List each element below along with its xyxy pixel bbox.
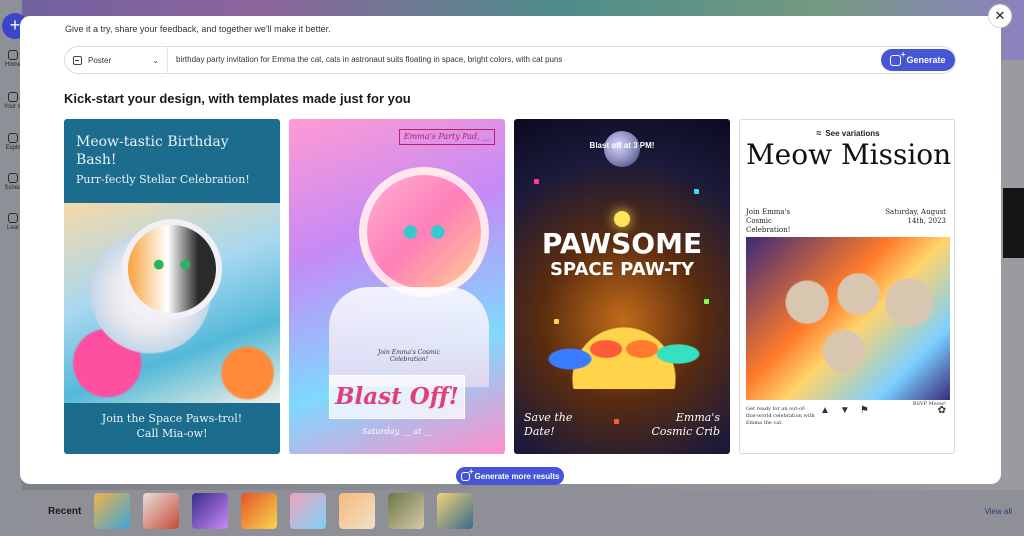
recent-label: Recent — [48, 506, 82, 517]
confetti — [704, 299, 709, 304]
astronaut-suit-image — [329, 287, 489, 387]
close-button[interactable]: ✕ — [988, 4, 1012, 28]
template-card-4[interactable]: ≈ See variations Meow Mission Join Emma's… — [739, 119, 955, 454]
calendar-icon — [8, 173, 18, 183]
template-card-1[interactable]: Meow-tastic Birthday Bash! Purr-fectly S… — [64, 119, 280, 454]
template-generator-modal: Give it a try, share your feedback, and … — [20, 16, 1001, 485]
template-card-2[interactable]: Emma's Party Pad, __ Join Emma's Cosmic … — [289, 119, 505, 454]
type-select[interactable]: Poster ⌄ — [65, 47, 168, 73]
astronaut-cat-image — [359, 167, 489, 297]
poster-icon — [73, 55, 82, 65]
variations-icon: ≈ — [816, 128, 822, 138]
kittens-image — [746, 237, 950, 400]
confetti — [534, 179, 539, 184]
explore-icon — [8, 133, 18, 143]
card-date: Saturday, __ at __ — [362, 427, 432, 436]
recent-thumb[interactable] — [143, 493, 179, 529]
close-icon: ✕ — [994, 8, 1006, 23]
prompt-input[interactable]: birthday party invitation for Emma the c… — [176, 47, 562, 73]
recent-thumb[interactable] — [192, 493, 228, 529]
recent-thumb[interactable] — [339, 493, 375, 529]
home-icon — [8, 50, 18, 60]
view-all-link[interactable]: View all — [985, 507, 1012, 516]
background-sidebar — [0, 0, 22, 536]
type-select-value: Poster — [88, 55, 112, 65]
thumbs-up-icon[interactable]: ▲ — [820, 405, 830, 416]
card-bottom-left: Save the Date! — [524, 411, 573, 438]
card-tag: Emma's Party Pad, __ — [399, 129, 495, 145]
dancing-cats-image — [534, 289, 714, 389]
card-title: Meow-tastic Birthday Bash! — [76, 134, 229, 168]
card-left-text: Join Emma's Cosmic Celebration! — [746, 208, 791, 234]
card-subtitle: Purr-fectly Stellar Celebration! — [76, 173, 250, 186]
recent-thumb[interactable] — [388, 493, 424, 529]
card-footer: Get ready for an out-of-this-world celeb… — [746, 406, 815, 426]
feedback-icons: ▲ ▼ ⚑ — [820, 405, 869, 416]
feedback-text: Give it a try, share your feedback, and … — [65, 24, 331, 34]
card-headline: Blast Off! — [335, 383, 459, 410]
generate-icon — [890, 50, 905, 66]
flag-icon[interactable]: ⚑ — [860, 405, 869, 416]
card-headline: PAWSOME SPACE PAW-TY — [541, 227, 703, 281]
generate-more-button[interactable]: Generate more results — [456, 467, 564, 485]
confetti — [694, 189, 699, 194]
card-top-text: Blast off at 3 PM! — [589, 141, 655, 150]
card-bottom-right: Emma's Cosmic Crib — [651, 411, 720, 438]
lightbulb-icon — [8, 213, 18, 223]
signature-icon: ✿ — [937, 405, 946, 416]
recent-thumb[interactable] — [94, 493, 130, 529]
thumbs-down-icon[interactable]: ▼ — [840, 405, 850, 416]
card-title: Meow Mission — [746, 138, 952, 171]
see-variations-button[interactable]: ≈ See variations — [740, 128, 954, 138]
card-footer: Join the Space Paws-trol! Call Mia-ow! — [101, 412, 243, 440]
recent-thumb[interactable] — [290, 493, 326, 529]
recent-thumb[interactable] — [241, 493, 277, 529]
prompt-bar: Poster ⌄ birthday party invitation for E… — [64, 46, 956, 74]
generate-button[interactable]: Generate — [881, 49, 955, 71]
folder-icon — [8, 92, 18, 102]
card-right-text: Saturday, August 14th, 2023 — [885, 208, 946, 225]
chevron-down-icon: ⌄ — [152, 55, 159, 65]
section-title: Kick-start your design, with templates m… — [64, 91, 411, 106]
card-small-text: Join Emma's Cosmic Celebration! — [378, 349, 440, 363]
background-card — [1003, 188, 1024, 258]
light-bulb-image — [614, 211, 630, 227]
template-card-3[interactable]: Blast off at 3 PM! PAWSOME SPACE PAW-TY … — [514, 119, 730, 454]
card-headline-box: Blast Off! — [329, 375, 465, 419]
recent-thumb[interactable] — [437, 493, 473, 529]
astronaut-cat-image — [122, 219, 222, 319]
generate-label: Generate — [906, 55, 946, 65]
confetti — [554, 319, 559, 324]
generate-icon — [460, 467, 474, 481]
confetti — [614, 419, 619, 424]
